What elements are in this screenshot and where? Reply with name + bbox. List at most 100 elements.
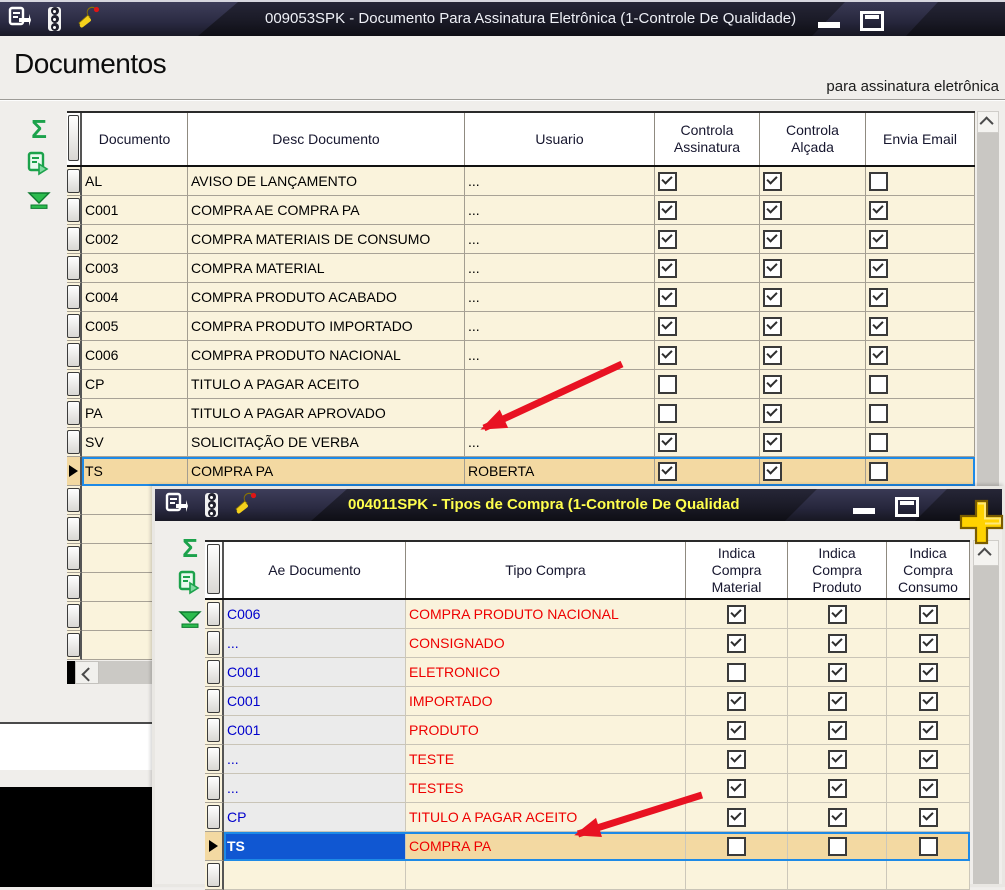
exit-icon[interactable]: [165, 491, 189, 520]
row-selector[interactable]: [67, 167, 82, 196]
row-selector[interactable]: [67, 544, 82, 573]
checkbox-cell[interactable]: [887, 774, 970, 803]
documento-cell[interactable]: TS: [82, 457, 188, 486]
ae-documento-cell[interactable]: C001: [224, 658, 406, 687]
row-selector[interactable]: [205, 600, 224, 629]
checkbox-checked[interactable]: [827, 720, 847, 740]
row-selector[interactable]: [67, 283, 82, 312]
column-header[interactable]: Desc Documento: [188, 113, 465, 165]
scroll-up-button[interactable]: [977, 111, 999, 133]
desc-documento-cell[interactable]: COMPRA MATERIAL: [188, 254, 465, 283]
ae-documento-cell[interactable]: C006: [224, 600, 406, 629]
scroll-left-button[interactable]: [75, 661, 99, 684]
table-row[interactable]: PA TITULO A PAGAR APROVADO: [67, 399, 975, 428]
tipos-compra-table-vscrollbar[interactable]: [973, 540, 999, 884]
tipo-compra-cell[interactable]: TESTES: [406, 774, 686, 803]
traffic-light-icon[interactable]: [48, 7, 61, 31]
column-header[interactable]: Controla Alçada: [760, 113, 866, 165]
checkbox-cell[interactable]: [788, 687, 887, 716]
usuario-cell[interactable]: ...: [465, 283, 655, 312]
traffic-light-icon[interactable]: [205, 493, 218, 517]
checkbox-cell[interactable]: [866, 370, 975, 399]
table-row[interactable]: ... CONSIGNADO: [205, 629, 970, 658]
checkbox-cell[interactable]: [887, 658, 970, 687]
checkbox-checked[interactable]: [918, 778, 938, 798]
ae-documento-cell[interactable]: C001: [224, 716, 406, 745]
checkbox-unchecked[interactable]: [918, 836, 938, 856]
checkbox-checked[interactable]: [727, 604, 746, 624]
desc-documento-cell[interactable]: TITULO A PAGAR ACEITO: [188, 370, 465, 399]
checkbox-cell[interactable]: [788, 629, 887, 658]
checkbox-checked[interactable]: [869, 287, 888, 307]
checkbox-unchecked[interactable]: [727, 836, 746, 856]
checkbox-checked[interactable]: [658, 316, 677, 336]
export-icon[interactable]: [26, 151, 52, 182]
row-selector[interactable]: [67, 225, 82, 254]
table-row[interactable]: C006 COMPRA PRODUTO NACIONAL...: [67, 341, 975, 370]
documento-cell[interactable]: C005: [82, 312, 188, 341]
checkbox-cell[interactable]: [887, 861, 970, 890]
desc-documento-cell[interactable]: COMPRA PRODUTO ACABADO: [188, 283, 465, 312]
checkbox-cell[interactable]: [887, 600, 970, 629]
table-row[interactable]: ... TESTES: [205, 774, 970, 803]
checkbox-cell[interactable]: [655, 399, 760, 428]
desc-documento-cell[interactable]: COMPRA AE COMPRA PA: [188, 196, 465, 225]
checkbox-cell[interactable]: [788, 832, 887, 861]
checkbox-checked[interactable]: [918, 807, 938, 827]
tipo-compra-cell[interactable]: COMPRA PRODUTO NACIONAL: [406, 600, 686, 629]
maximize-button[interactable]: [895, 497, 919, 517]
documento-cell[interactable]: C004: [82, 283, 188, 312]
main-titlebar[interactable]: 009053SPK - Documento Para Assinatura El…: [0, 2, 1005, 36]
checkbox-cell[interactable]: [686, 658, 788, 687]
checkbox-unchecked[interactable]: [869, 432, 888, 452]
column-header[interactable]: Ae Documento: [224, 542, 406, 598]
tipo-compra-cell[interactable]: COMPRA PA: [406, 832, 686, 861]
popup-titlebar[interactable]: 004011SPK - Tipos de Compra (1-Controle …: [155, 489, 1002, 521]
checkbox-cell[interactable]: [760, 428, 866, 457]
ae-documento-cell[interactable]: CP: [224, 803, 406, 832]
row-selector[interactable]: [67, 341, 82, 370]
checkbox-cell[interactable]: [866, 399, 975, 428]
checkbox-cell[interactable]: [655, 428, 760, 457]
table-row[interactable]: C001 COMPRA AE COMPRA PA...: [67, 196, 975, 225]
checkbox-unchecked[interactable]: [658, 403, 677, 423]
tipo-compra-cell[interactable]: [406, 861, 686, 890]
checkbox-checked[interactable]: [763, 287, 782, 307]
row-selector[interactable]: [205, 629, 224, 658]
checkbox-checked[interactable]: [918, 662, 938, 682]
sum-icon[interactable]: Σ: [31, 116, 47, 142]
table-row[interactable]: ... TESTE: [205, 745, 970, 774]
checkbox-unchecked[interactable]: [827, 836, 847, 856]
usuario-cell[interactable]: ROBERTA: [465, 457, 655, 486]
column-header[interactable]: Indica Compra Produto: [788, 542, 887, 598]
tipo-compra-cell[interactable]: TESTE: [406, 745, 686, 774]
checkbox-cell[interactable]: [686, 600, 788, 629]
desc-documento-cell[interactable]: AVISO DE LANÇAMENTO: [188, 167, 465, 196]
row-selector[interactable]: [205, 745, 224, 774]
checkbox-checked[interactable]: [763, 229, 782, 249]
checkbox-cell[interactable]: [760, 370, 866, 399]
documento-cell[interactable]: C002: [82, 225, 188, 254]
checkbox-cell[interactable]: [686, 774, 788, 803]
checkbox-checked[interactable]: [727, 720, 746, 740]
table-row[interactable]: C006 COMPRA PRODUTO NACIONAL: [205, 600, 970, 629]
checkbox-cell[interactable]: [655, 167, 760, 196]
checkbox-checked[interactable]: [727, 633, 746, 653]
checkbox-cell[interactable]: [655, 225, 760, 254]
checkbox-checked[interactable]: [658, 258, 677, 278]
checkbox-cell[interactable]: [788, 774, 887, 803]
export-icon[interactable]: [177, 570, 203, 601]
desc-documento-cell[interactable]: COMPRA PRODUTO NACIONAL: [188, 341, 465, 370]
row-selector[interactable]: [67, 602, 82, 631]
documento-cell[interactable]: C003: [82, 254, 188, 283]
table-row[interactable]: C001 PRODUTO: [205, 716, 970, 745]
ae-documento-cell[interactable]: TS: [224, 832, 406, 861]
checkbox-cell[interactable]: [788, 745, 887, 774]
row-selector[interactable]: [205, 832, 224, 861]
table-row[interactable]: AL AVISO DE LANÇAMENTO...: [67, 167, 975, 196]
checkbox-cell[interactable]: [655, 254, 760, 283]
checkbox-cell[interactable]: [760, 167, 866, 196]
row-selector[interactable]: [67, 486, 82, 515]
row-selector[interactable]: [205, 687, 224, 716]
row-selector[interactable]: [67, 515, 82, 544]
